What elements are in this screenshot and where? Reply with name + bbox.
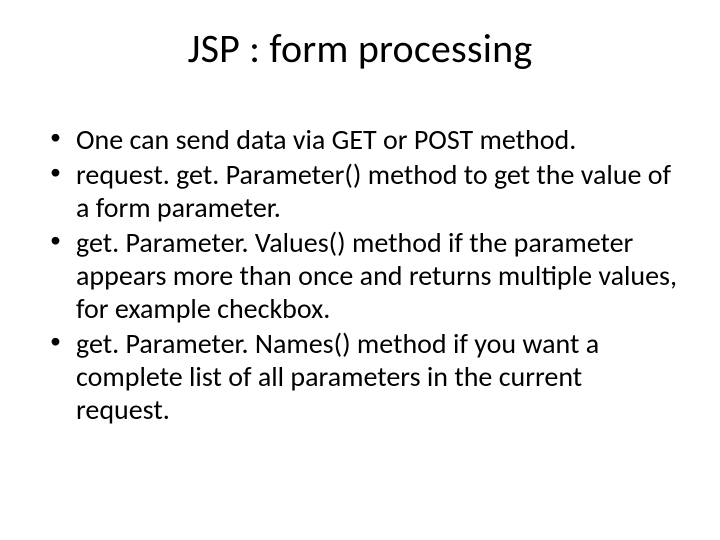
- list-item: get. Parameter. Names() method if you wa…: [48, 327, 680, 426]
- list-item: get. Parameter. Values() method if the p…: [48, 226, 680, 325]
- bullet-list: One can send data via GET or POST method…: [48, 123, 680, 426]
- list-item: request. get. Parameter() method to get …: [48, 158, 680, 224]
- slide: JSP : form processing One can send data …: [0, 0, 720, 540]
- list-item: One can send data via GET or POST method…: [48, 123, 680, 156]
- slide-title: JSP : form processing: [40, 24, 680, 73]
